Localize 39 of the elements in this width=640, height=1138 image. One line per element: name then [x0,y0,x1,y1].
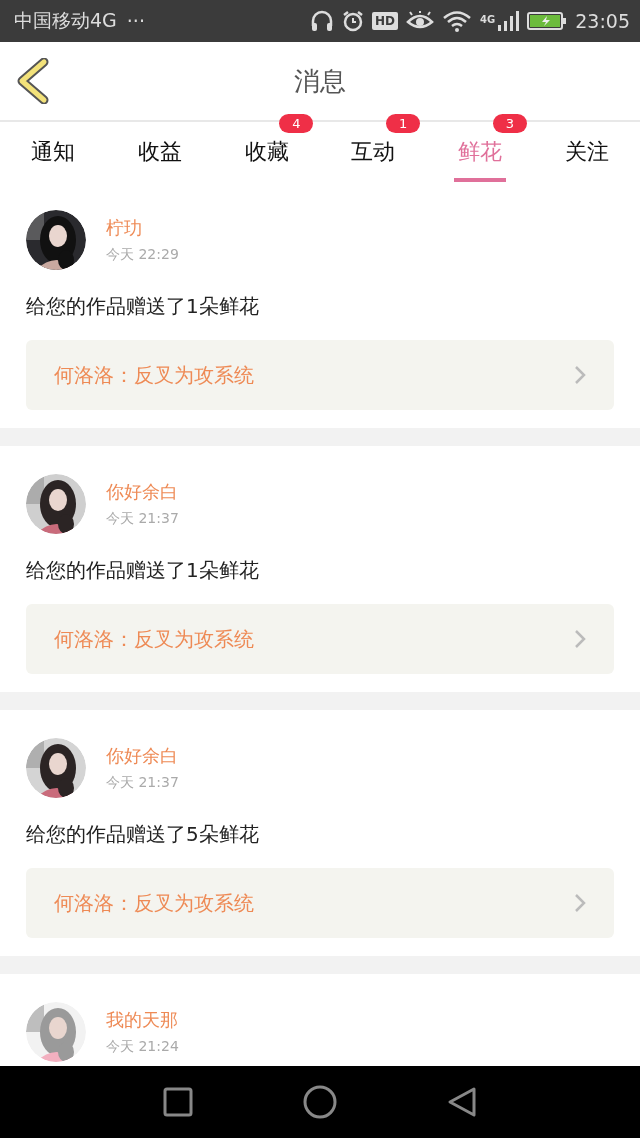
back-icon[interactable] [447,1086,477,1118]
back-icon[interactable] [16,58,50,104]
sender-name[interactable]: 我的天那 [106,1008,179,1032]
tab[interactable]: 收益 [134,122,186,182]
carrier-name: 中国移动4G [14,8,117,33]
count-badge: 1 [386,114,421,133]
headphones-icon [310,10,335,32]
work-link[interactable]: 何洛洛：反叉为攻系统 [26,868,614,938]
count-badge: 3 [492,114,527,133]
sender-name[interactable]: 你好余白 [106,744,179,768]
recent-apps-icon[interactable] [163,1087,193,1117]
chevron-icon [574,365,586,385]
timestamp: 今天 22:29 [106,246,179,264]
tab[interactable]: 关注 [560,122,613,182]
count-badge: 4 [279,114,314,133]
timestamp: 今天 21:24 [106,1038,179,1056]
sender-name[interactable]: 柠玏 [106,216,179,240]
work-link[interactable]: 何洛洛：反叉为攻系统 [26,340,614,410]
signal-icon [497,10,520,32]
message-text: 给您的作品赠送了1朵鲜花 [26,557,260,584]
timestamp: 今天 21:37 [106,510,179,528]
alarm-icon [342,10,365,32]
timestamp: 今天 21:37 [106,774,179,792]
sender-name[interactable]: 你好余白 [106,480,179,504]
home-icon[interactable] [303,1085,337,1119]
more-indicator: ··· [126,10,145,32]
tab[interactable]: 通知 [27,122,80,182]
message-text: 给您的作品赠送了1朵鲜花 [26,293,260,320]
work-link[interactable]: 何洛洛：反叉为攻系统 [26,604,614,674]
chevron-icon [574,893,586,913]
chevron-icon [574,629,586,649]
page-title: 消息 [294,64,346,98]
hd-icon: HD [372,12,399,30]
message-text: 给您的作品赠送了5朵鲜花 [26,821,260,848]
eye-icon [406,11,435,31]
clock: 23:05 [575,10,630,32]
battery-icon [527,11,568,31]
network-type: 4G [480,14,496,25]
wifi-icon [442,10,473,32]
